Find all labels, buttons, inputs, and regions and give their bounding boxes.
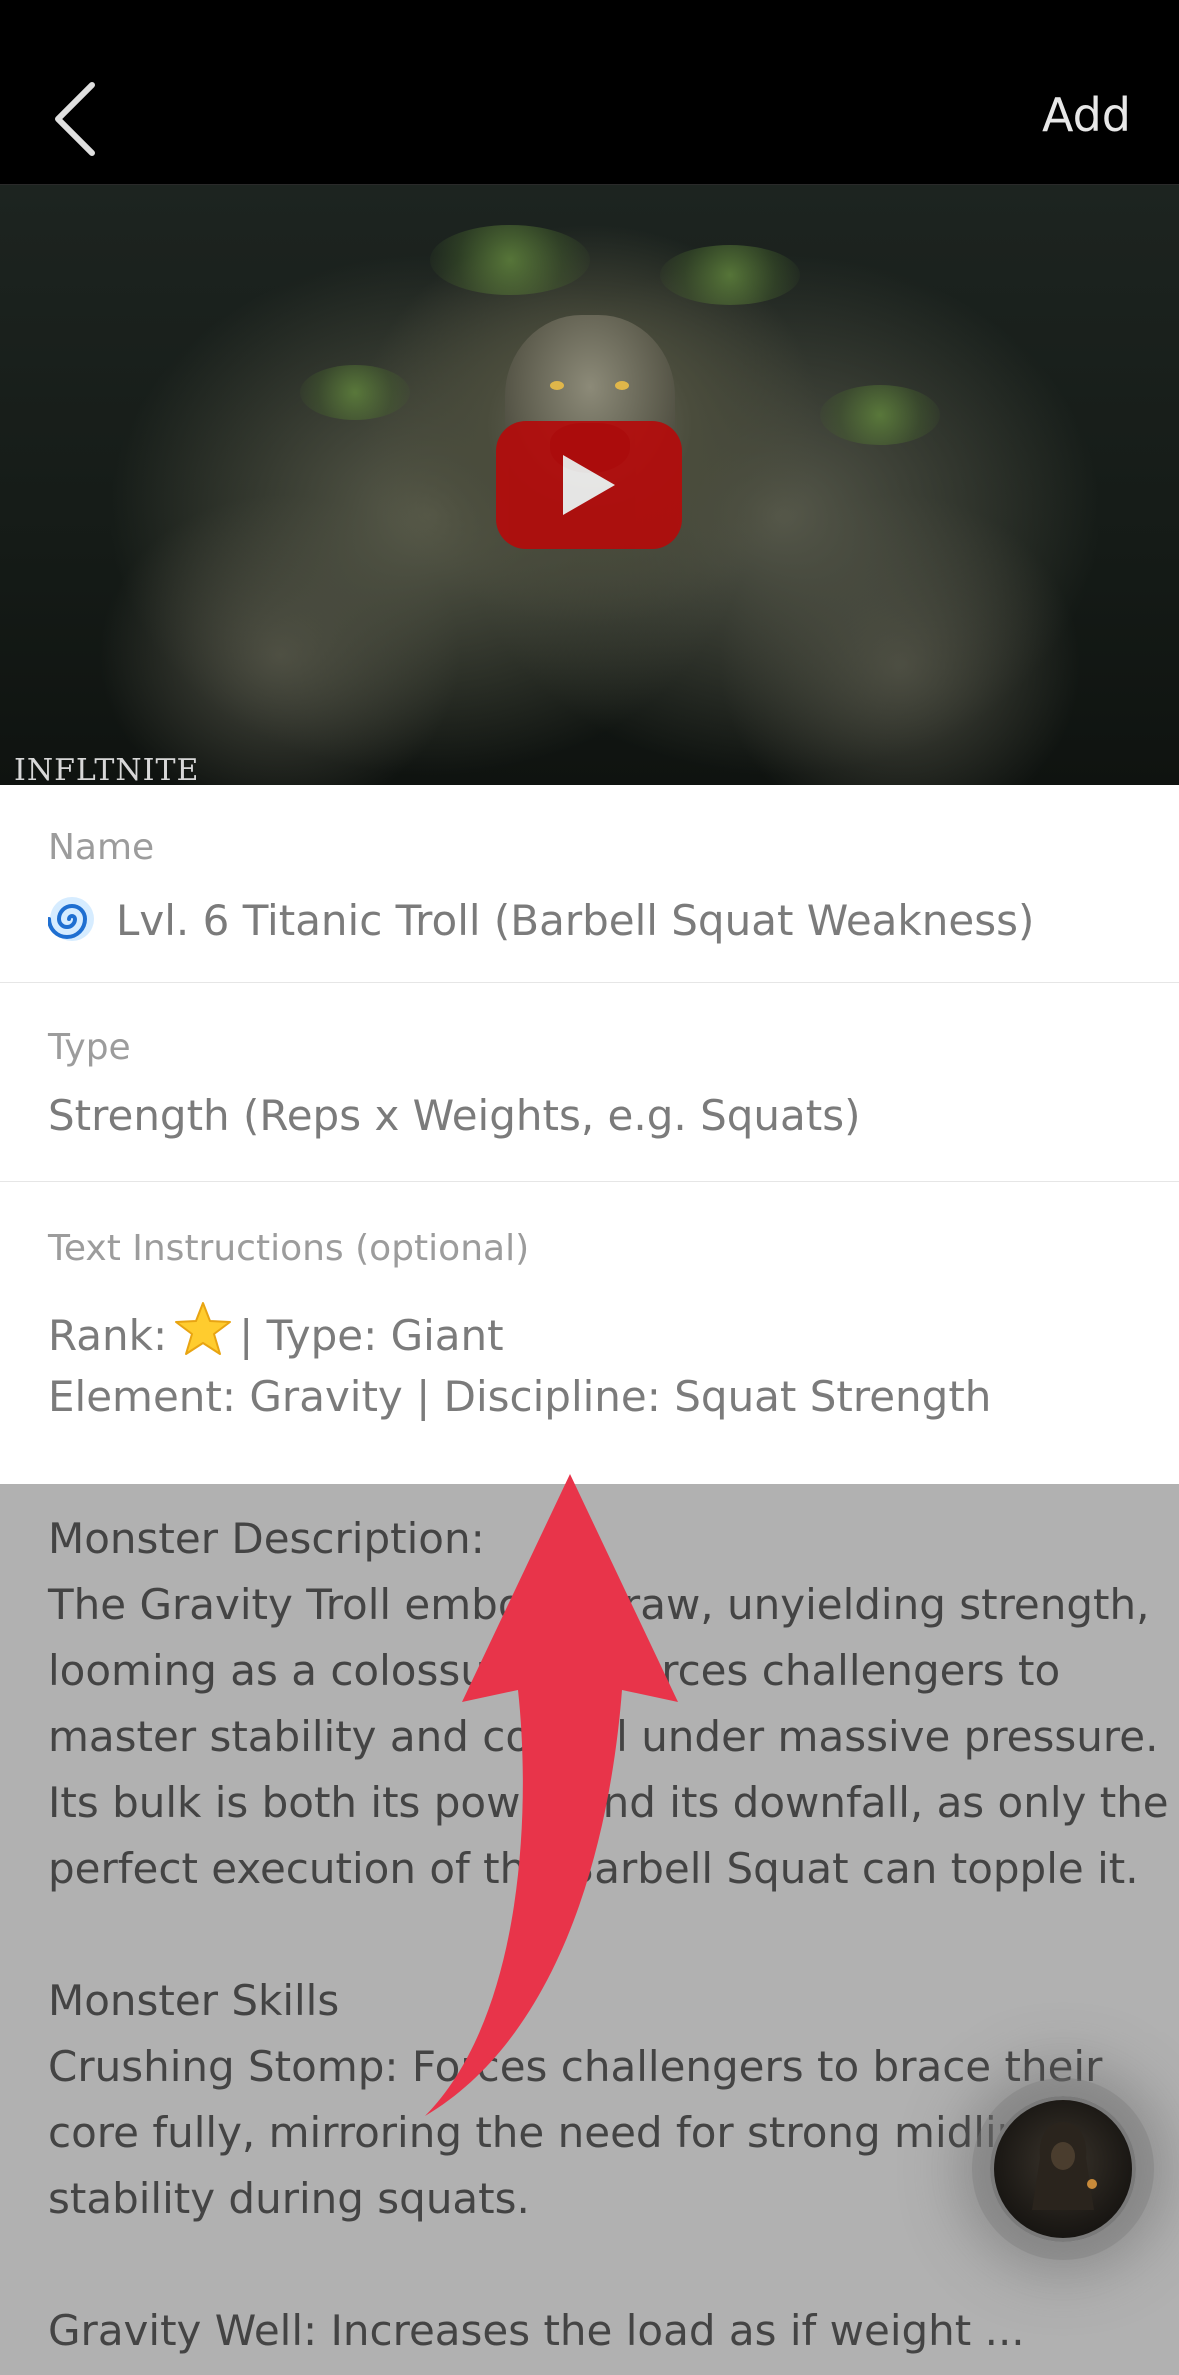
hooded-figure-icon	[1032, 2122, 1097, 2210]
swipe-up-arrow-icon	[425, 1474, 678, 2116]
floating-avatar-button[interactable]	[990, 2096, 1136, 2242]
